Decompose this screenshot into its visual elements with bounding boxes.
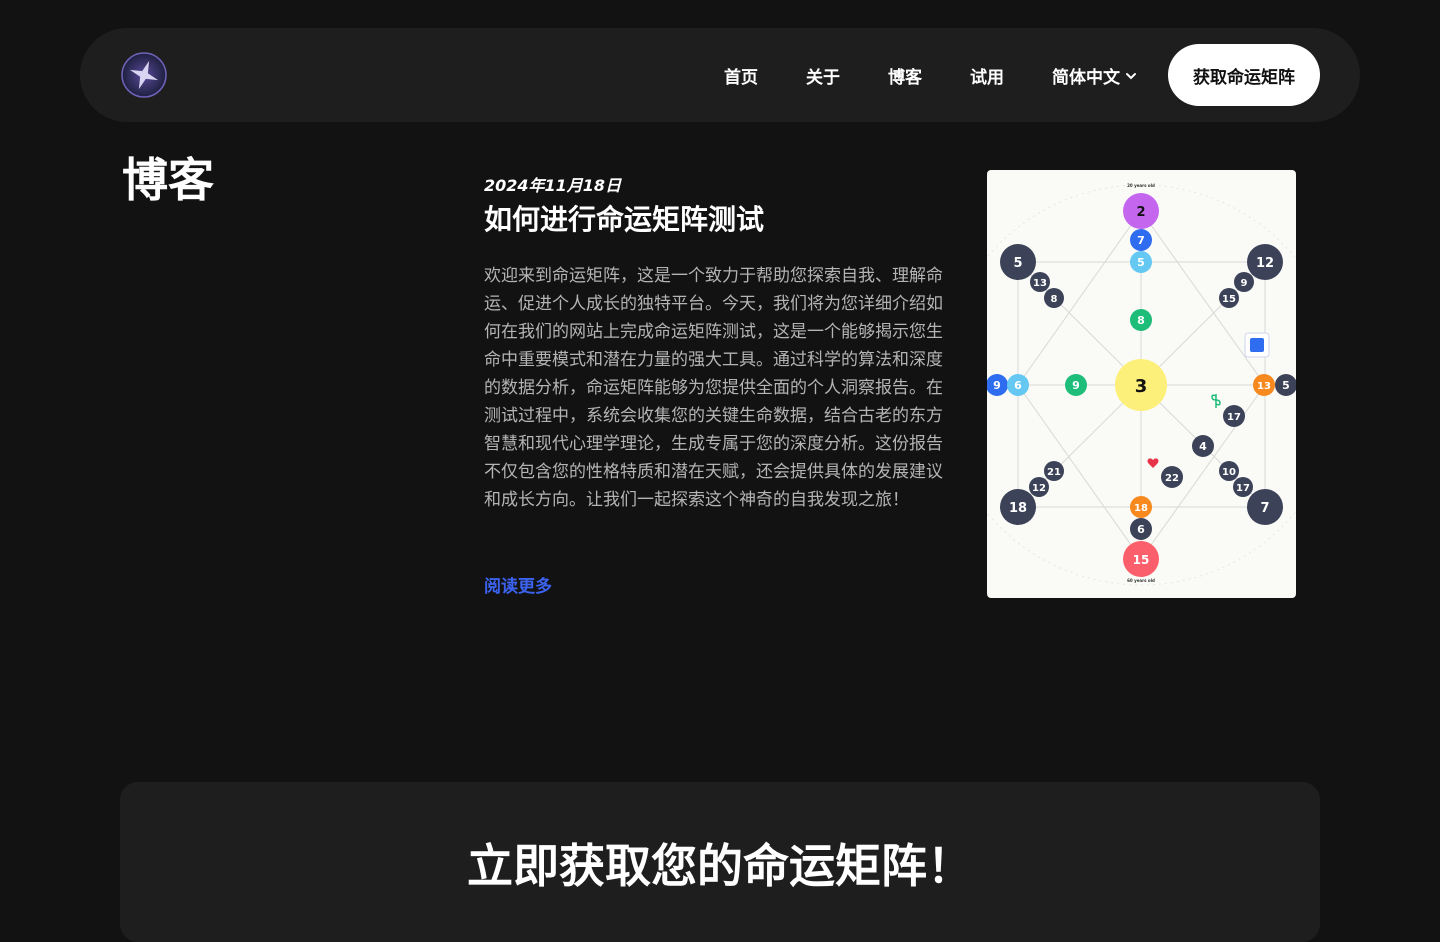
matrix-top-right: 12 xyxy=(1256,256,1274,271)
matrix-right: 5 xyxy=(1282,379,1290,392)
nav-link-about[interactable]: 关于 xyxy=(806,63,840,88)
top-navbar: 首页 关于 博客 试用 简体中文 获取命运矩阵 xyxy=(80,28,1360,122)
matrix-inner-7: 13 xyxy=(1033,278,1047,289)
language-selector[interactable]: 简体中文 xyxy=(1052,63,1138,88)
cta-heading: 立即获取您的命运矩阵！ xyxy=(467,839,973,893)
matrix-inner-8: 8 xyxy=(1051,294,1058,305)
matrix-bottom: 15 xyxy=(1133,553,1150,567)
matrix-top-left: 5 xyxy=(1013,256,1022,271)
matrix-age-bottom: 60 years old xyxy=(1127,578,1155,583)
matrix-inner-14: 21 xyxy=(1047,467,1061,478)
matrix-left: 9 xyxy=(993,379,1001,392)
matrix-inner-17: 17 xyxy=(1236,483,1250,494)
post-title[interactable]: 如何进行命运矩阵测试 xyxy=(484,198,764,238)
matrix-center: 3 xyxy=(1135,376,1148,397)
matrix-inner-3: 8 xyxy=(1137,314,1145,327)
matrix-inner-5: 9 xyxy=(1072,379,1080,392)
matrix-inner-1: 7 xyxy=(1137,234,1145,247)
main-nav: 首页 关于 博客 试用 简体中文 获取命运矩阵 xyxy=(724,44,1320,106)
nav-link-blog[interactable]: 博客 xyxy=(888,63,922,88)
brand-logo-icon[interactable] xyxy=(121,52,167,98)
heart-icon xyxy=(1147,458,1159,468)
matrix-bottom-left: 18 xyxy=(1009,501,1027,516)
nav-link-home[interactable]: 首页 xyxy=(724,63,758,88)
bookmark-icon xyxy=(1244,332,1270,358)
matrix-top: 2 xyxy=(1136,205,1145,220)
cta-section: 立即获取您的命运矩阵！ xyxy=(120,782,1320,942)
matrix-inner-16: 10 xyxy=(1222,467,1236,478)
matrix-inner-9: 9 xyxy=(1241,278,1248,289)
read-more-link[interactable]: 阅读更多 xyxy=(484,572,552,597)
get-matrix-button[interactable]: 获取命运矩阵 xyxy=(1168,44,1320,106)
destiny-matrix-diagram: 20 years old 60 years old 2 7 5 8 3 9 6 … xyxy=(987,183,1296,586)
page-title: 博客 xyxy=(122,153,214,207)
dollar-icon xyxy=(1211,394,1221,408)
matrix-inner-12: 4 xyxy=(1199,440,1207,453)
matrix-inner-10: 15 xyxy=(1222,294,1236,305)
matrix-inner-2: 5 xyxy=(1137,256,1145,269)
nav-link-trial[interactable]: 试用 xyxy=(970,63,1004,88)
matrix-age-top: 20 years old xyxy=(1127,183,1155,188)
matrix-inner-15: 12 xyxy=(1032,483,1046,494)
language-label: 简体中文 xyxy=(1052,67,1120,88)
post-thumbnail-image[interactable]: 20 years old 60 years old 2 7 5 8 3 9 6 … xyxy=(987,170,1296,598)
matrix-inner-11: 17 xyxy=(1227,412,1241,423)
matrix-bottom-right: 7 xyxy=(1260,501,1269,516)
matrix-inner-19: 6 xyxy=(1137,523,1145,536)
chevron-down-icon xyxy=(1124,68,1138,82)
matrix-inner-18: 18 xyxy=(1134,503,1148,514)
matrix-inner-4: 6 xyxy=(1014,379,1022,392)
matrix-inner-13: 22 xyxy=(1165,473,1179,484)
post-excerpt: 欢迎来到命运矩阵，这是一个致力于帮助您探索自我、理解命运、促进个人成长的独特平台… xyxy=(484,266,943,510)
matrix-inner-6: 13 xyxy=(1257,381,1271,392)
post-date: 2024年11月18日 xyxy=(484,176,622,195)
